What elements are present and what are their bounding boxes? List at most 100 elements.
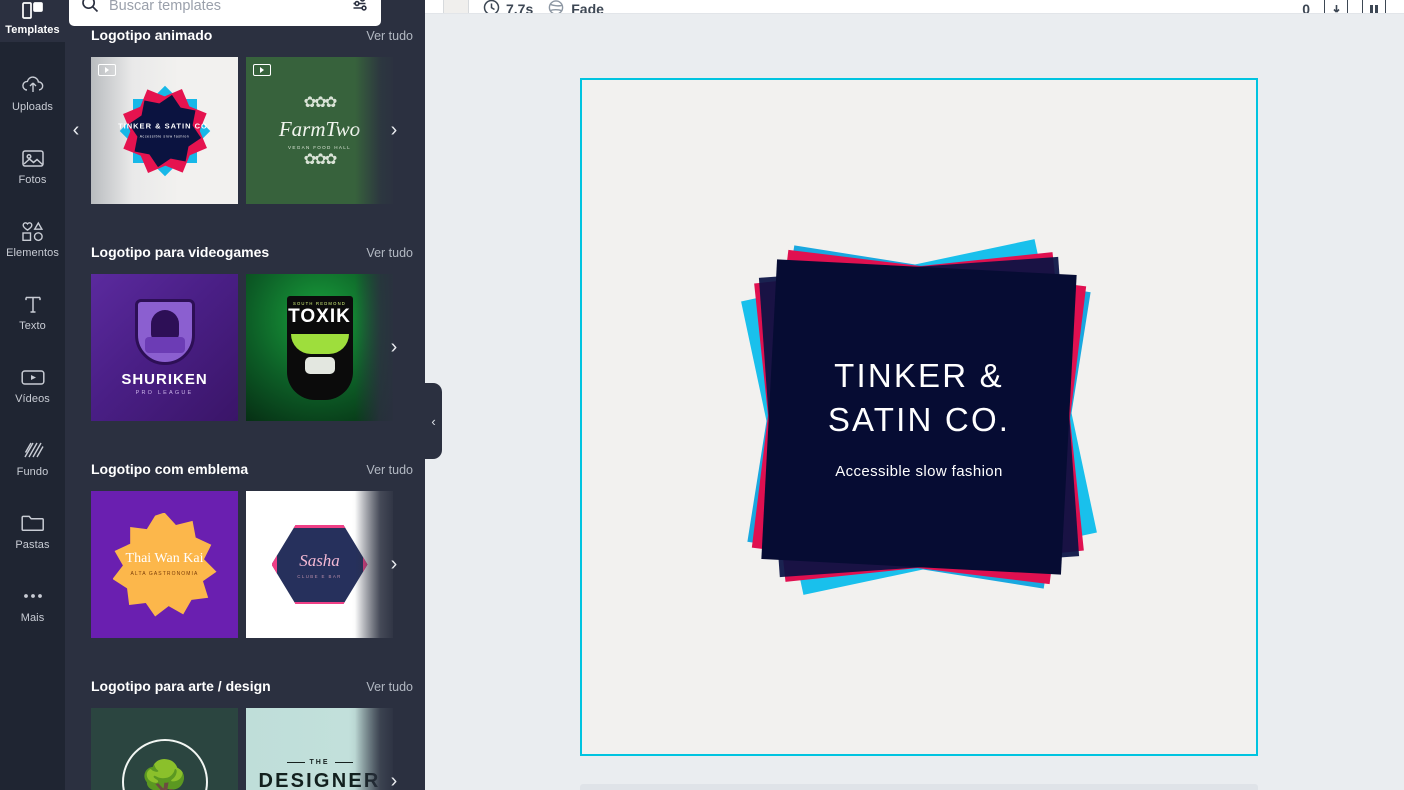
background-hatch-icon (22, 437, 44, 463)
download-button[interactable] (1324, 0, 1348, 13)
duration-control[interactable]: 7.7s (483, 0, 533, 13)
template-card[interactable]: TINKER & SATIN CO. Accessible slow fashi… (91, 57, 238, 204)
sidebar-item-texto[interactable]: Texto (0, 283, 65, 338)
sidebar-label-elementos: Elementos (6, 247, 59, 259)
template-card[interactable]: THE DESIGNER CLOTHING CENTRE (246, 708, 393, 790)
sliders-filter-icon[interactable] (352, 0, 371, 17)
template-carousel[interactable]: 🌳 THE DESIGNER CLOTHING CENTRE (65, 708, 425, 790)
section-header: Logotipo com emblema Ver tudo (65, 461, 425, 483)
section-title: Logotipo para arte / design (91, 678, 271, 694)
thumb-subtitle: ALTA GASTRONOMIA (130, 570, 199, 577)
animation-control[interactable]: Fade (547, 0, 604, 14)
logo-title-line1: TINKER & (834, 356, 1004, 394)
section-header: Logotipo animado Ver tudo (65, 27, 425, 49)
upload-cloud-icon (21, 72, 45, 98)
see-all-link[interactable]: Ver tudo (366, 29, 413, 43)
folder-icon (21, 510, 44, 536)
carousel-next-button[interactable]: › (383, 764, 405, 790)
templates-panel: Logotipo animado Ver tudo (65, 0, 425, 790)
clock-icon (483, 0, 500, 13)
section-header: Logotipo para videogames Ver tudo (65, 244, 425, 266)
animation-value: Fade (571, 1, 604, 14)
sidebar-label-pastas: Pastas (15, 539, 50, 551)
animate-icon (547, 0, 565, 13)
shapes-icon (21, 218, 45, 244)
carousel-next-button[interactable]: › (383, 330, 405, 366)
sidebar-label-mais: Mais (20, 612, 45, 624)
logo-subtitle: Accessible slow fashion (835, 463, 1003, 481)
sidebar-item-templates[interactable]: Templates (0, 0, 65, 42)
text-t-icon (23, 291, 43, 317)
template-card[interactable]: 🌳 (91, 708, 238, 790)
thumb-title: TOXIK (288, 305, 351, 327)
video-badge-icon (98, 64, 116, 76)
leaf-ornament-icon: ✿✿✿ (303, 94, 338, 111)
sidebar-item-fundo[interactable]: Fundo (0, 429, 65, 484)
pause-button[interactable] (1362, 0, 1386, 13)
section-logotipo-videogames: Logotipo para videogames Ver tudo SHURIK… (65, 244, 425, 421)
design-canvas-page[interactable]: TINKER & SATIN CO. Accessible slow fashi… (580, 78, 1258, 756)
ellipsis-icon (22, 583, 44, 609)
logo-text-block[interactable]: TINKER & SATIN CO. Accessible slow fashi… (719, 354, 1119, 480)
carousel-next-button[interactable]: › (383, 113, 405, 149)
sidebar-item-fotos[interactable]: Fotos (0, 137, 65, 192)
sidebar-label-videos: Vídeos (15, 393, 50, 405)
thumb-title: SHURIKEN (121, 371, 208, 388)
section-logotipo-animado: Logotipo animado Ver tudo TINKER & SATIN… (65, 27, 425, 204)
logo-artwork: TINKER & SATIN CO. Accessible slow fashi… (719, 217, 1119, 617)
sidebar-item-elementos[interactable]: Elementos (0, 210, 65, 265)
section-header: Logotipo para arte / design Ver tudo (65, 678, 425, 700)
template-card[interactable]: SOUTH REDMOND TOXIK (246, 274, 393, 421)
thumb-subtitle: PRO LEAGUE (135, 390, 194, 396)
sidebar-item-pastas[interactable]: Pastas (0, 502, 65, 557)
search-input[interactable] (109, 0, 352, 14)
hexagon-shape-icon: Sasha CLUBE E BAR (271, 525, 368, 604)
canva-editor: Templates Uploads Fotos Elementos Texto … (0, 0, 1404, 790)
sidebar-item-mais[interactable]: Mais (0, 575, 65, 630)
panel-scroll-area[interactable]: Logotipo animado Ver tudo TINKER & SATIN… (65, 0, 425, 790)
thumb-eyebrow: THE (286, 759, 353, 766)
sidebar-item-uploads[interactable]: Uploads (0, 64, 65, 119)
page-count: 0 (1302, 1, 1310, 14)
leaf-ornament-icon: ✿✿✿ (303, 151, 338, 168)
editor-toolbar: 7.7s Fade 0 (425, 0, 1404, 14)
section-logotipo-emblema: Logotipo com emblema Ver tudo Thai Wan K… (65, 461, 425, 638)
thumb-subtitle: SOUTH REDMOND (292, 300, 347, 306)
template-card[interactable]: Thai Wan Kai ALTA GASTRONOMIA (91, 491, 238, 638)
template-carousel[interactable]: TINKER & SATIN CO. Accessible slow fashi… (65, 57, 425, 204)
sidebar-label-fotos: Fotos (18, 174, 47, 186)
circle-frame-icon: 🌳 (121, 738, 208, 790)
next-page-placeholder[interactable] (580, 784, 1258, 790)
carousel-prev-button[interactable]: ‹ (65, 113, 87, 149)
search-bar[interactable] (69, 0, 381, 26)
search-icon (81, 0, 99, 18)
sidebar-label-texto: Texto (19, 320, 46, 332)
thumb-title: Sasha (299, 550, 340, 570)
carousel-next-button[interactable]: › (383, 547, 405, 583)
hat-shape-icon (290, 333, 349, 354)
video-play-icon (20, 364, 45, 390)
logo-title-line2: SATIN CO. (827, 400, 1011, 438)
template-card[interactable]: ✿✿✿ FarmTwo VEGAN FOOD HALL ✿✿✿ (246, 57, 393, 204)
template-card[interactable]: Sasha CLUBE E BAR (246, 491, 393, 638)
collapse-panel-button[interactable]: ‹ (425, 383, 442, 459)
template-card[interactable]: SHURIKEN PRO LEAGUE (91, 274, 238, 421)
sidebar-item-videos[interactable]: Vídeos (0, 356, 65, 411)
see-all-link[interactable]: Ver tudo (366, 246, 413, 260)
see-all-link[interactable]: Ver tudo (366, 680, 413, 694)
section-logotipo-arte-design: Logotipo para arte / design Ver tudo 🌳 T… (65, 678, 425, 790)
section-title: Logotipo com emblema (91, 461, 249, 477)
templates-icon (22, 0, 43, 21)
see-all-link[interactable]: Ver tudo (366, 463, 413, 477)
thumb-title: DESIGNER (258, 770, 381, 790)
workspace: 7.7s Fade 0 TINKER & SATIN CO. Accessibl… (425, 0, 1404, 790)
sidebar-label-templates: Templates (5, 24, 60, 36)
shield-emblem-icon (134, 299, 195, 365)
chevron-left-icon: ‹ (431, 413, 436, 429)
sidebar-label-fundo: Fundo (16, 466, 49, 478)
color-swatch-button[interactable] (443, 0, 469, 13)
template-carousel[interactable]: SHURIKEN PRO LEAGUE SOUTH REDMOND TOXIK (65, 274, 425, 421)
section-title: Logotipo para videogames (91, 244, 270, 260)
template-carousel[interactable]: Thai Wan Kai ALTA GASTRONOMIA Sasha CLUB… (65, 491, 425, 638)
medallion-shape-icon: Thai Wan Kai ALTA GASTRONOMIA (112, 512, 217, 617)
